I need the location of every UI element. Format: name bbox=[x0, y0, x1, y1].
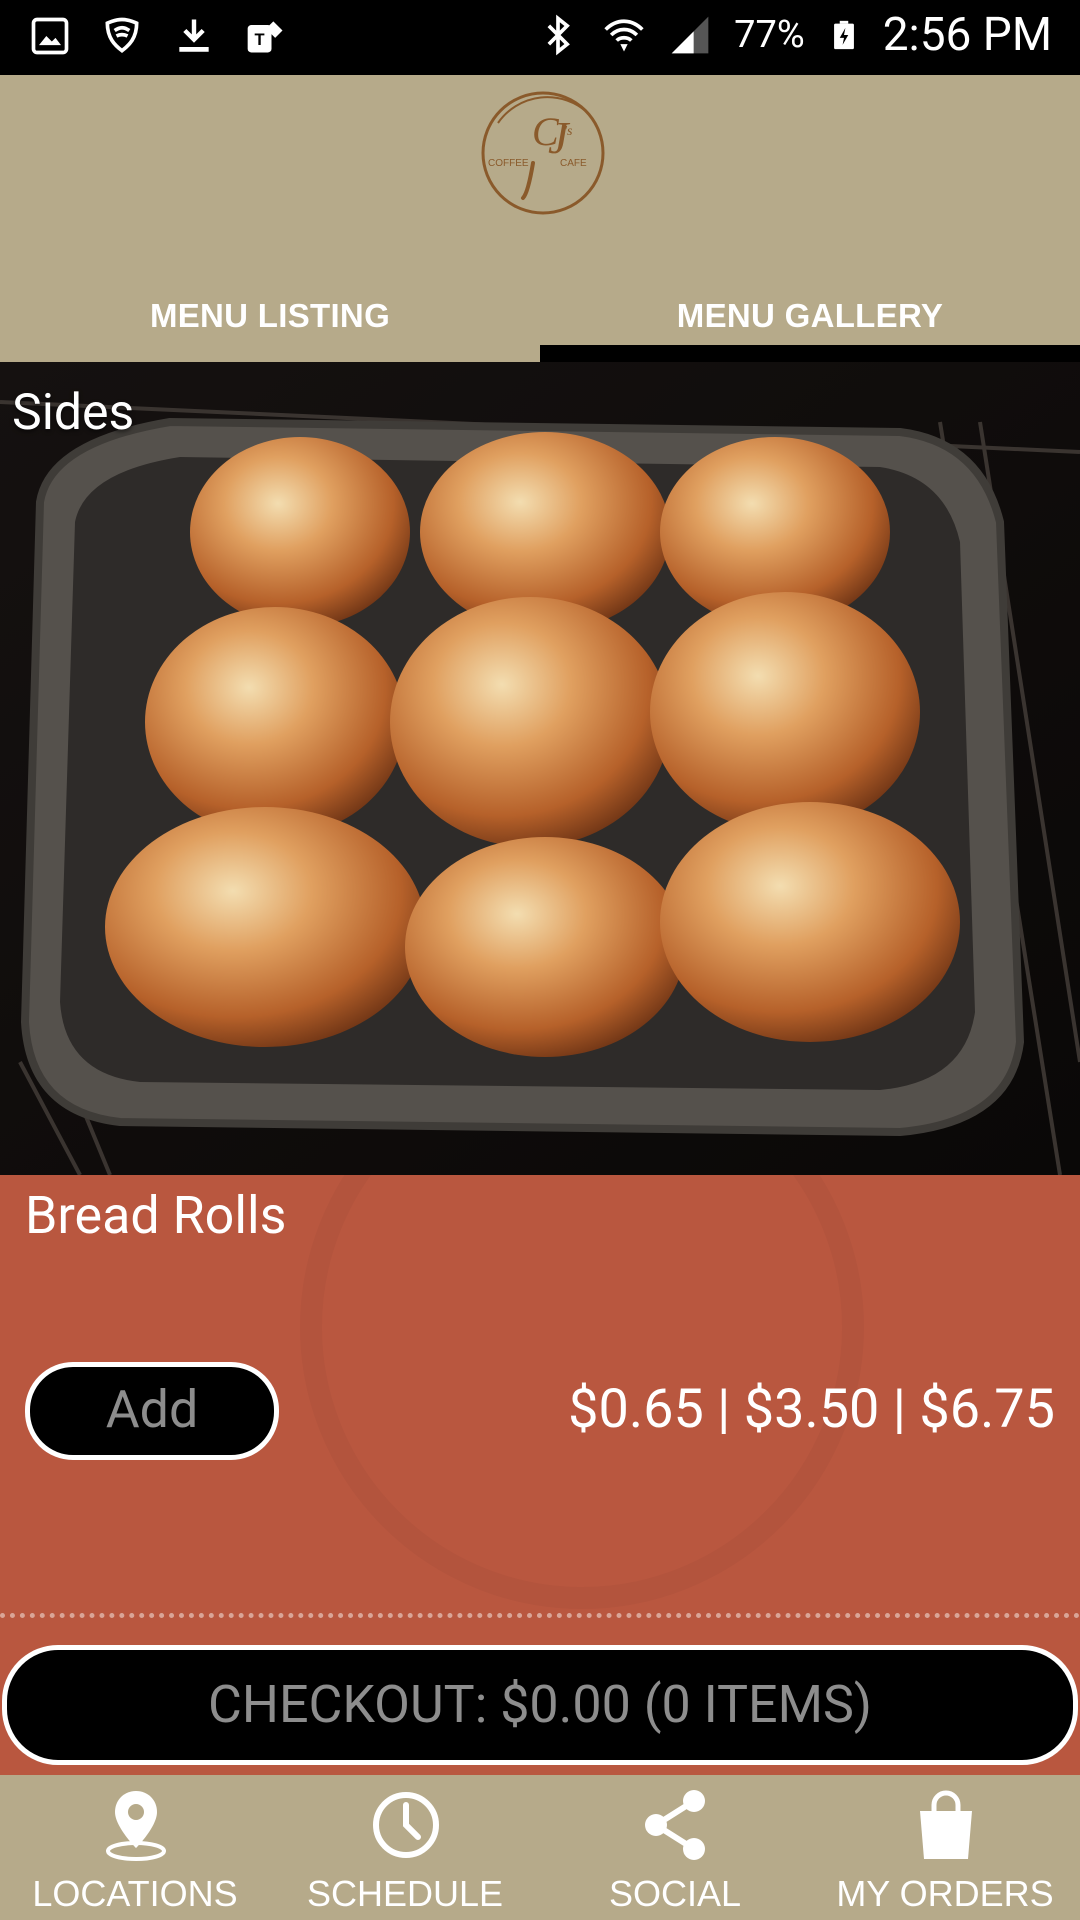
tab-menu-listing[interactable]: MENU LISTING bbox=[0, 270, 540, 362]
app-header: C J 's COFFEE CAFE MENU LISTING MENU GAL… bbox=[0, 75, 1080, 362]
nav-social-label: SOCIAL bbox=[608, 1873, 742, 1914]
svg-text:T: T bbox=[255, 31, 265, 49]
add-button[interactable]: Add bbox=[25, 1362, 279, 1460]
item-name: Bread Rolls bbox=[25, 1185, 287, 1246]
nav-schedule[interactable]: SCHEDULE bbox=[270, 1775, 540, 1920]
item-prices: $0.65 | $3.50 | $6.75 bbox=[568, 1378, 1055, 1441]
cafe-logo: C J 's COFFEE CAFE bbox=[481, 91, 605, 215]
nav-locations-label: LOCATIONS bbox=[32, 1873, 238, 1914]
shield-icon bbox=[105, 17, 139, 53]
bread-rolls-image bbox=[0, 362, 1080, 1175]
item-photo[interactable] bbox=[0, 362, 1080, 1175]
checkout-button[interactable]: CHECKOUT: $0.00 (0 ITEMS) bbox=[2, 1645, 1078, 1765]
active-tab-indicator bbox=[540, 345, 1080, 362]
nav-locations[interactable]: LOCATIONS bbox=[0, 1775, 270, 1920]
category-title: Sides bbox=[12, 384, 135, 442]
signal-icon bbox=[671, 16, 709, 54]
shopping-bag-icon bbox=[920, 1790, 972, 1859]
download-icon bbox=[179, 19, 209, 52]
nav-my-orders-label: MY ORDERS bbox=[836, 1873, 1054, 1914]
svg-text:COFFEE: COFFEE bbox=[488, 158, 529, 169]
nav-social[interactable]: SOCIAL bbox=[540, 1775, 810, 1920]
status-bar: T 77% 2:56 PM bbox=[0, 0, 1080, 75]
battery-percent: 77% bbox=[734, 13, 805, 57]
bottom-navigation: LOCATIONS SCHEDULE SOCIAL MY ORDERS bbox=[0, 1775, 1080, 1920]
svg-text:CAFE: CAFE bbox=[560, 158, 587, 169]
nav-my-orders[interactable]: MY ORDERS bbox=[810, 1775, 1080, 1920]
nav-schedule-label: SCHEDULE bbox=[306, 1873, 504, 1914]
clock-icon bbox=[373, 1792, 439, 1858]
battery-icon bbox=[833, 20, 854, 50]
svg-text:'s: 's bbox=[564, 124, 573, 139]
divider bbox=[0, 1613, 1080, 1618]
wifi-icon bbox=[604, 19, 644, 52]
location-pin-icon bbox=[106, 1791, 166, 1861]
gallery-icon bbox=[31, 17, 69, 55]
tmobile-icon: T bbox=[247, 21, 283, 53]
share-icon bbox=[645, 1790, 705, 1860]
clock-time: 2:56 PM bbox=[882, 8, 1052, 62]
bluetooth-icon bbox=[547, 14, 571, 56]
